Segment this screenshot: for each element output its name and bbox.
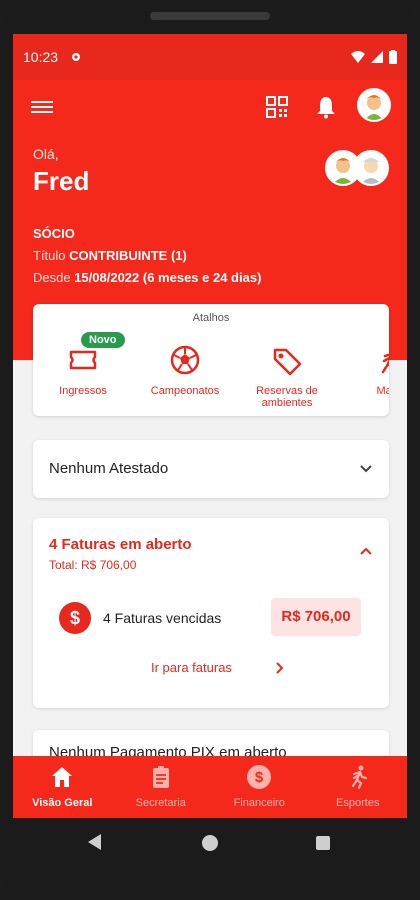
overdue-amount-chip: R$ 706,00 — [271, 598, 361, 636]
signal-icon — [371, 51, 383, 63]
top-app-bar — [13, 80, 407, 136]
shortcut-campeonatos[interactable]: Campeonatos — [137, 342, 233, 397]
chevron-down-icon[interactable] — [359, 462, 373, 476]
status-time: 10:23 — [23, 49, 59, 65]
dollar-icon: $ — [59, 602, 91, 634]
shortcut-label: Ingressos — [59, 385, 107, 397]
certificates-card[interactable]: Nenhum Atestado — [33, 440, 389, 498]
nav-label: Financeiro — [233, 797, 285, 809]
nav-financeiro[interactable]: $ Financeiro — [210, 756, 309, 818]
invoices-total: Total: R$ 706,00 — [49, 558, 137, 572]
runner-icon — [381, 353, 389, 374]
shortcuts-title: Atalhos — [192, 312, 230, 324]
avatar[interactable] — [357, 88, 391, 122]
shortcut-reservas[interactable]: Reservas de ambientes — [239, 342, 335, 409]
shortcut-label: Matrí — [376, 385, 389, 397]
invoices-card: 4 Faturas em aberto Total: R$ 706,00 $ 4… — [33, 518, 389, 708]
wifi-icon — [351, 51, 365, 63]
dollar-icon: $ — [247, 765, 272, 789]
shortcut-ingressos[interactable]: Ingressos — [35, 342, 131, 397]
settings-gear-icon — [72, 53, 81, 61]
bottom-navigation: Visão Geral Secretaria $ Financeiro Espo… — [13, 756, 407, 818]
document-icon — [152, 766, 169, 788]
overdue-invoices-label: 4 Faturas vencidas — [103, 610, 222, 626]
nav-secretaria[interactable]: Secretaria — [112, 756, 211, 818]
shortcut-label: Reservas de ambientes — [256, 385, 318, 409]
title-value: CONTRIBUINTE (1) — [69, 248, 187, 263]
runner-icon — [351, 765, 367, 790]
nav-label: Visão Geral — [32, 797, 93, 809]
shortcuts-card: Atalhos Ingressos Novo Campeonatos Reser… — [33, 304, 389, 416]
shortcut-matricula[interactable]: Matrí — [341, 342, 389, 397]
nav-esportes[interactable]: Esportes — [309, 756, 408, 818]
recent-apps-icon[interactable] — [316, 836, 330, 850]
qr-code-icon[interactable] — [266, 96, 288, 118]
speaker-grille — [150, 12, 270, 20]
screen: 10:23 Olá, Fred SÓCIO Título CONTRIBUINT… — [13, 34, 407, 818]
new-badge: Novo — [81, 332, 125, 348]
member-role: SÓCIO — [33, 226, 75, 241]
chevron-up-icon[interactable] — [359, 544, 373, 558]
chevron-right-icon[interactable] — [273, 662, 285, 674]
nav-label: Esportes — [336, 797, 380, 809]
bell-icon[interactable] — [315, 95, 337, 119]
title-label: Título — [33, 248, 66, 263]
nav-label: Secretaria — [135, 797, 186, 809]
home-icon — [52, 767, 73, 787]
since-value: 15/08/2022 (6 meses e 24 dias) — [74, 270, 262, 285]
invoices-title: 4 Faturas em aberto — [49, 536, 192, 553]
status-bar: 10:23 — [13, 34, 407, 80]
member-since: Desde 15/08/2022 (6 meses e 24 dias) — [33, 270, 261, 285]
system-navigation-bar — [0, 818, 420, 868]
battery-icon — [389, 50, 397, 64]
certificates-title: Nenhum Atestado — [49, 460, 169, 477]
shortcut-label: Campeonatos — [150, 385, 220, 397]
tag-icon — [273, 348, 302, 376]
back-icon[interactable] — [88, 834, 102, 850]
dependents-avatars[interactable] — [325, 150, 395, 190]
menu-icon[interactable] — [31, 98, 53, 118]
avatar[interactable] — [353, 150, 389, 186]
svg-text:$: $ — [255, 769, 264, 786]
go-to-invoices-link[interactable]: Ir para faturas — [151, 660, 232, 675]
member-title: Título CONTRIBUINTE (1) — [33, 248, 187, 263]
user-name: Fred — [33, 166, 90, 196]
greeting: Olá, — [33, 146, 59, 162]
nav-visao-geral[interactable]: Visão Geral — [13, 756, 112, 818]
phone-frame: 10:23 Olá, Fred SÓCIO Título CONTRIBUINT… — [0, 0, 420, 900]
soccer-ball-icon — [170, 345, 200, 375]
home-button-icon[interactable] — [202, 835, 218, 851]
since-label: Desde — [33, 270, 71, 285]
